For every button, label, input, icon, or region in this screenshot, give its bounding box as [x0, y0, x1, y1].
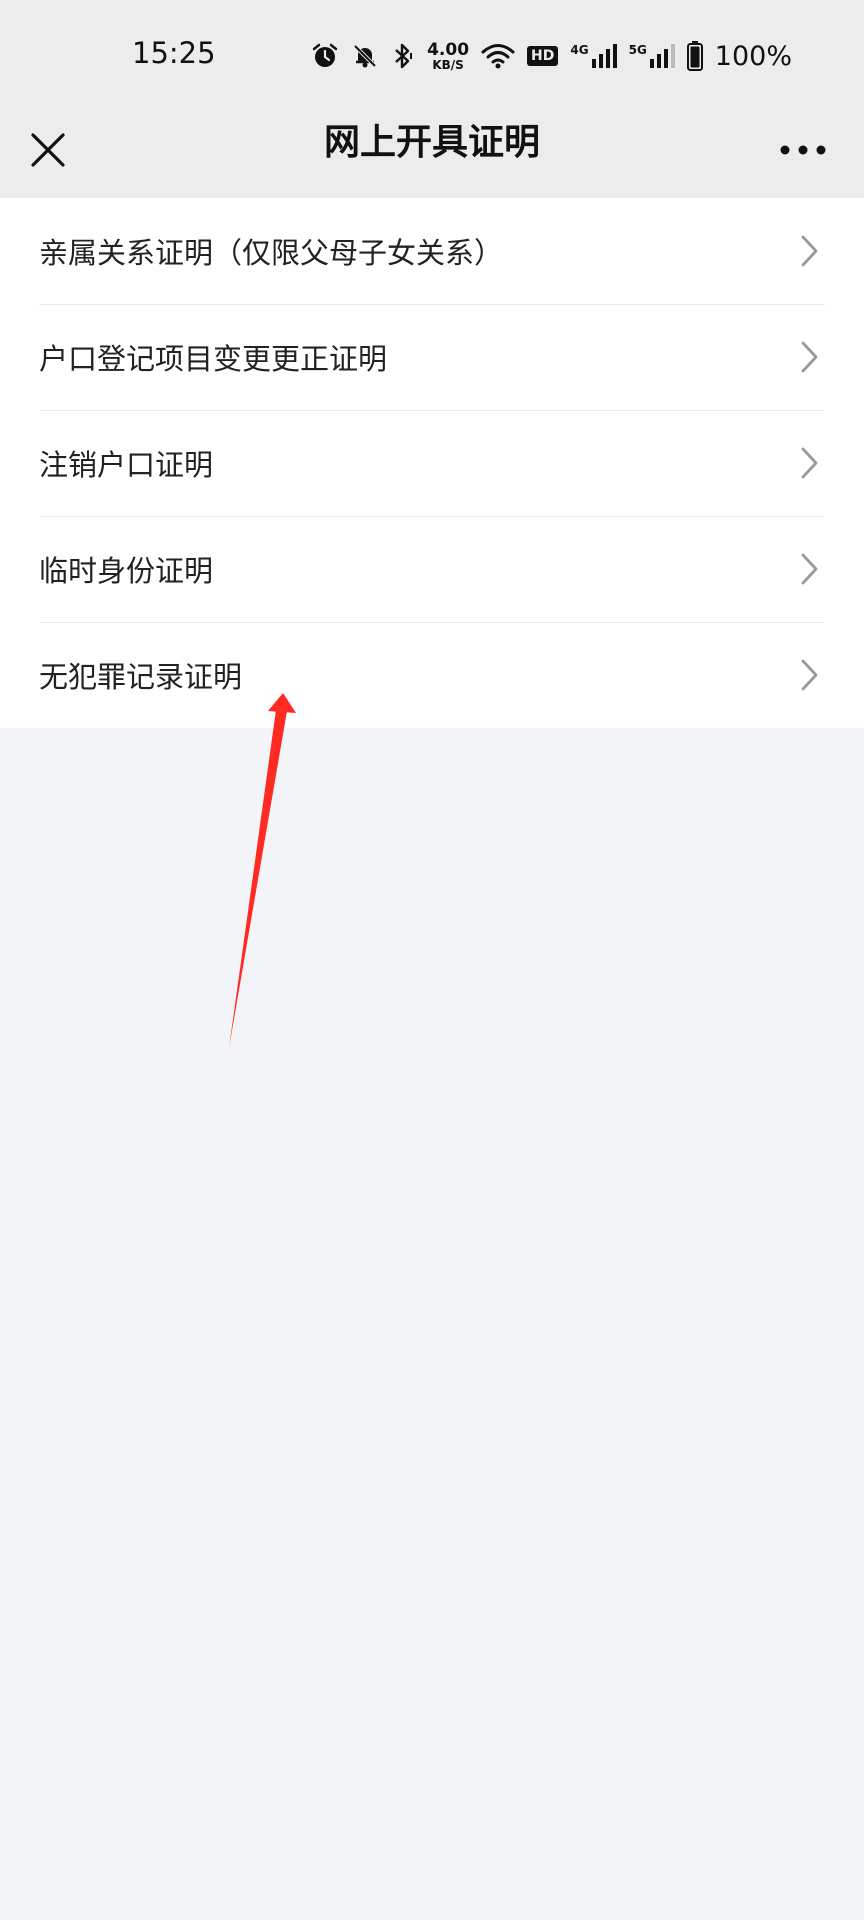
status-time: 15:25	[132, 36, 216, 70]
more-icon	[780, 145, 826, 155]
app-root: 15:25 4.00 KB/S HD 4G 5G 100% 网上开具证明 亲属关…	[0, 0, 864, 1920]
list-item-label: 注销户口证明	[39, 448, 214, 482]
network-speed-value: 4.00	[427, 39, 470, 60]
chevron-right-icon	[801, 447, 818, 479]
list-item-temporary-id-certificate[interactable]: 临时身份证明	[0, 516, 864, 622]
hd-badge: HD	[527, 46, 559, 66]
list-item-label: 临时身份证明	[39, 554, 214, 588]
signal-label-4g: 4G	[570, 43, 589, 57]
nav-bar: 网上开具证明	[0, 110, 864, 198]
bluetooth-icon	[391, 41, 415, 71]
more-button[interactable]	[778, 120, 828, 180]
wifi-icon	[481, 42, 515, 70]
list-item-no-criminal-record-certificate[interactable]: 无犯罪记录证明	[0, 622, 864, 728]
network-speed-unit: KB/S	[432, 57, 464, 72]
signal-icon-secondary: 5G	[629, 43, 675, 69]
signal-icon: 4G	[570, 43, 617, 69]
bell-off-icon	[351, 42, 379, 70]
chevron-right-icon	[801, 341, 818, 373]
status-icons: 4.00 KB/S HD 4G 5G 100%	[311, 36, 792, 76]
status-bar: 15:25 4.00 KB/S HD 4G 5G 100%	[0, 0, 864, 110]
chevron-right-icon	[801, 235, 818, 267]
list-item-household-cancellation-certificate[interactable]: 注销户口证明	[0, 410, 864, 516]
signal-label-5g: 5G	[628, 43, 647, 57]
list-item-label: 亲属关系证明（仅限父母子女关系）	[39, 236, 504, 270]
alarm-icon	[311, 42, 339, 70]
list-item-label: 无犯罪记录证明	[39, 660, 243, 694]
page-title: 网上开具证明	[323, 122, 540, 163]
list-item-kinship-certificate[interactable]: 亲属关系证明（仅限父母子女关系）	[0, 198, 864, 304]
chevron-right-icon	[801, 553, 818, 585]
chevron-right-icon	[801, 659, 818, 691]
list-item-household-change-certificate[interactable]: 户口登记项目变更更正证明	[0, 304, 864, 410]
list-item-label: 户口登记项目变更更正证明	[39, 342, 388, 376]
network-speed: 4.00 KB/S	[427, 39, 470, 72]
battery-percent: 100%	[714, 40, 792, 72]
battery-icon	[686, 41, 703, 71]
certificate-list: 亲属关系证明（仅限父母子女关系） 户口登记项目变更更正证明 注销户口证明 临时身…	[0, 198, 864, 728]
